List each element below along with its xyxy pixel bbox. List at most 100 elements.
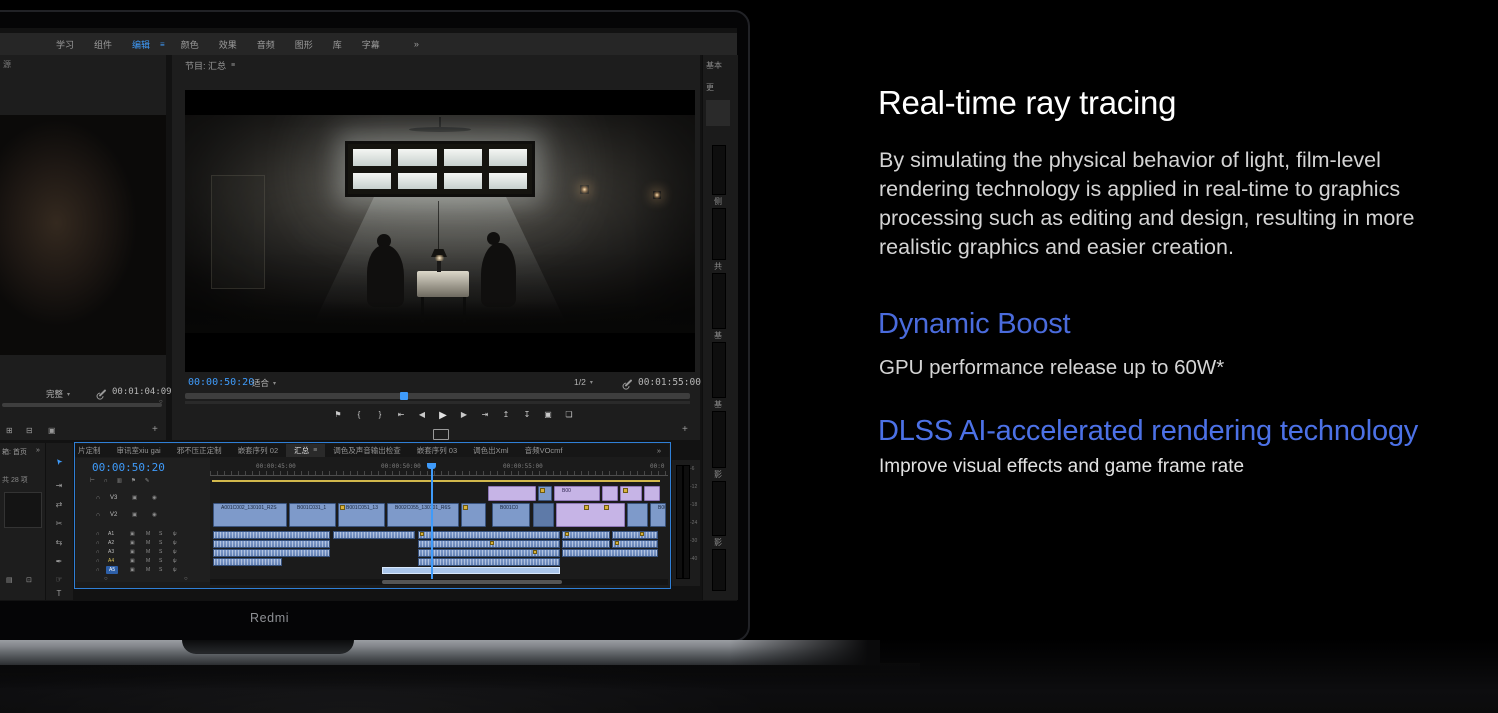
track-output-icon[interactable]: ▣	[130, 567, 135, 573]
program-current-timecode[interactable]: 00:00:50:20	[188, 377, 254, 388]
rail-label-basic[interactable]: 基本	[706, 60, 722, 71]
rail-thumbnail[interactable]	[706, 100, 730, 126]
audio-clip[interactable]	[562, 531, 610, 539]
source-tab-fragment[interactable]: 源	[3, 59, 11, 70]
new-bin-icon[interactable]: ▤	[6, 576, 13, 584]
video-clip[interactable]: B00	[650, 503, 666, 527]
track-output-icon[interactable]: ▣	[130, 549, 135, 555]
linked-selection-icon[interactable]: ▥	[117, 478, 122, 484]
play-button-icon[interactable]: ▶	[435, 410, 451, 421]
track-label-a3[interactable]: A3	[108, 549, 114, 555]
timeline-ruler[interactable]: 00:00:45:00 00:00:50:00 00:00:55:00 00:0	[210, 462, 668, 476]
sequence-tab[interactable]: 调色出Xml	[465, 445, 516, 456]
marker-icon[interactable]: ⚑	[131, 478, 136, 484]
video-clip[interactable]	[533, 503, 554, 527]
video-clip[interactable]: B00	[554, 486, 600, 501]
zoom-handle-icon[interactable]: ○	[184, 576, 188, 582]
timeline-scrollbar-handle[interactable]	[382, 580, 562, 584]
video-clip[interactable]: A001C002_130101_R2S	[213, 503, 287, 527]
video-clip[interactable]: B001C0	[492, 503, 530, 527]
source-scrubber[interactable]	[2, 403, 162, 407]
lock-icon[interactable]: ∩	[96, 567, 100, 573]
sequence-tab-active[interactable]: 汇总≡	[286, 444, 325, 457]
video-clip[interactable]	[556, 503, 625, 527]
type-tool[interactable]: T	[52, 589, 66, 598]
lock-icon[interactable]: ∩	[96, 531, 100, 537]
razor-tool[interactable]: ✂	[52, 519, 66, 528]
workspace-tab-graphics[interactable]: 图形	[285, 38, 323, 51]
timeline-timecode[interactable]: 00:00:50:20	[92, 461, 165, 474]
rail-label-more[interactable]: 更	[706, 82, 714, 93]
workspace-overflow-icon[interactable]: »	[414, 39, 419, 49]
mute-icon[interactable]: M	[146, 540, 150, 546]
video-clip[interactable]: B002C055_130101_R6S	[387, 503, 459, 527]
program-scroll-track[interactable]	[185, 401, 690, 404]
timeline-tab-overflow-icon[interactable]: »	[649, 446, 669, 455]
slip-tool[interactable]: ⇆	[52, 538, 66, 547]
audio-clip[interactable]	[213, 549, 330, 557]
audio-clip-selected[interactable]	[382, 567, 560, 574]
source-export-frame-icon[interactable]: ▣	[48, 426, 56, 435]
workspace-tab-libraries[interactable]: 库	[323, 38, 352, 51]
pen-tool[interactable]: ✒	[52, 557, 66, 566]
track-output-icon[interactable]: ▣	[130, 531, 135, 537]
track-output-icon[interactable]: ▣	[132, 512, 137, 518]
source-monitor-video[interactable]	[0, 115, 166, 355]
mute-icon[interactable]: M	[146, 567, 150, 573]
program-playhead-handle[interactable]	[400, 392, 408, 400]
video-clip[interactable]	[602, 486, 618, 501]
workspace-tab-effects[interactable]: 效果	[209, 38, 247, 51]
workspace-tab-captions[interactable]: 字幕	[352, 38, 390, 51]
mic-icon[interactable]: ψ	[173, 531, 177, 537]
work-area-bar[interactable]	[212, 480, 660, 482]
hand-tool[interactable]: ☞	[52, 575, 66, 584]
timeline-settings-icon[interactable]: ✎	[145, 478, 150, 484]
workspace-menu-icon[interactable]: ≡	[160, 40, 171, 49]
lock-icon[interactable]: ∩	[96, 549, 100, 555]
track-label-a5-selected[interactable]: A5	[106, 566, 118, 574]
add-marker-icon[interactable]: ⚑	[330, 410, 346, 421]
program-scrubber[interactable]	[185, 393, 690, 399]
step-forward-icon[interactable]: ▶	[456, 410, 472, 421]
sequence-tab[interactable]: 音频VOcmf	[517, 445, 571, 456]
solo-icon[interactable]: S	[159, 540, 162, 546]
program-tab[interactable]: 节目: 汇总 ≡	[185, 59, 235, 72]
workspace-tab-assembly[interactable]: 组件	[84, 38, 122, 51]
audio-clip[interactable]	[562, 549, 658, 557]
mark-out-icon[interactable]: }	[372, 410, 388, 421]
button-editor-toggle[interactable]	[433, 429, 449, 440]
audio-clip[interactable]	[213, 540, 330, 548]
solo-icon[interactable]: S	[159, 549, 162, 555]
audio-clip[interactable]	[418, 540, 560, 548]
sequence-tab[interactable]: 调色及声音输出检查	[325, 445, 409, 456]
video-clip[interactable]: B001C031_1	[289, 503, 336, 527]
track-label-a2[interactable]: A2	[108, 540, 114, 546]
track-output-icon[interactable]: ▣	[130, 540, 135, 546]
mute-icon[interactable]: M	[146, 531, 150, 537]
audio-clip[interactable]	[418, 558, 560, 566]
audio-clip[interactable]	[612, 531, 658, 539]
solo-icon[interactable]: S	[159, 567, 162, 573]
audio-clip[interactable]	[562, 540, 610, 548]
project-thumbnail[interactable]	[4, 492, 42, 528]
mic-icon[interactable]: ψ	[173, 567, 177, 573]
go-to-out-icon[interactable]: ⇥	[477, 410, 493, 421]
snap-magnet-icon[interactable]: ∩	[104, 478, 108, 484]
source-zoom-select[interactable]: 完整 ▾	[46, 388, 70, 400]
panel-menu-icon[interactable]: ≡	[313, 447, 317, 454]
program-zoom-select[interactable]: 适合 ▾	[252, 377, 276, 389]
track-label-v2[interactable]: V2	[110, 512, 117, 518]
mic-icon[interactable]: ψ	[173, 540, 177, 546]
track-label-a1[interactable]: A1	[108, 531, 114, 537]
workspace-tab-editing[interactable]: 编辑	[122, 38, 160, 51]
eye-icon[interactable]: ◉	[152, 495, 157, 501]
track-output-icon[interactable]: ▣	[130, 558, 135, 564]
audio-clip[interactable]	[213, 558, 282, 566]
solo-icon[interactable]: S	[159, 531, 162, 537]
sequence-tab[interactable]: 邪不压正定制	[169, 445, 230, 456]
source-add-button-icon[interactable]: +	[152, 424, 158, 435]
comparison-view-icon[interactable]: ❏	[561, 410, 577, 421]
lift-icon[interactable]: ↥	[498, 410, 514, 421]
nest-toggle-icon[interactable]: ⊢	[90, 478, 95, 484]
project-overflow-icon[interactable]: »	[36, 447, 40, 454]
